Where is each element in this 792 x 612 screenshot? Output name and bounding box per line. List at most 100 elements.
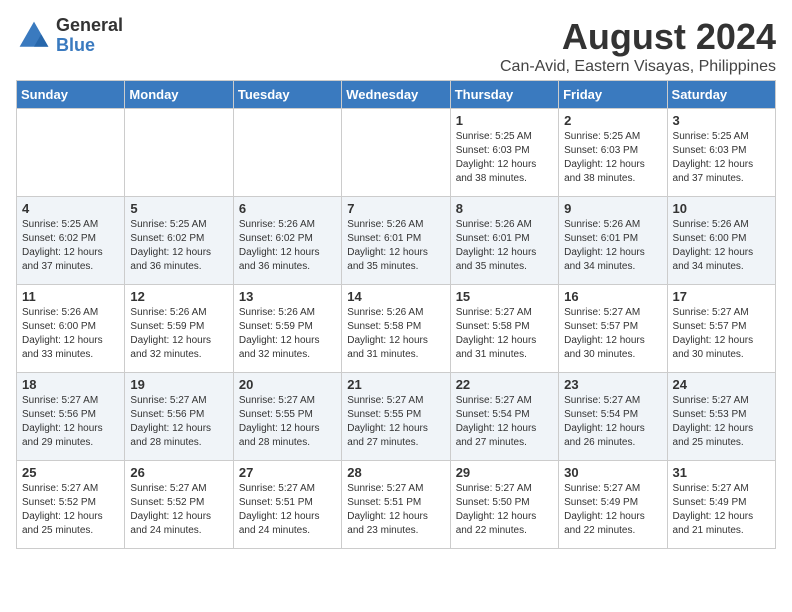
calendar-cell: 19 Sunrise: 5:27 AM Sunset: 5:56 PM Dayli…	[125, 373, 233, 461]
day-number: 17	[673, 289, 770, 304]
calendar-cell: 10 Sunrise: 5:26 AM Sunset: 6:00 PM Dayli…	[667, 197, 775, 285]
calendar-cell: 27 Sunrise: 5:27 AM Sunset: 5:51 PM Dayli…	[233, 461, 341, 549]
day-info: Sunrise: 5:27 AM Sunset: 5:54 PM Dayligh…	[564, 394, 661, 450]
main-title: August 2024	[500, 16, 776, 58]
logo-blue: Blue	[56, 36, 123, 56]
header-thursday: Thursday	[450, 81, 558, 109]
day-number: 3	[673, 113, 770, 128]
day-number: 16	[564, 289, 661, 304]
calendar-header: Sunday Monday Tuesday Wednesday Thursday…	[17, 81, 776, 109]
calendar-cell: 21Sunrise: 5:27 AM Sunset: 5:55 PM Dayli…	[342, 373, 450, 461]
calendar-cell: 23 Sunrise: 5:27 AM Sunset: 5:54 PM Dayli…	[559, 373, 667, 461]
day-info: Sunrise: 5:26 AM Sunset: 6:01 PM Dayligh…	[456, 218, 553, 274]
day-info: Sunrise: 5:27 AM Sunset: 5:51 PM Dayligh…	[239, 482, 336, 538]
day-info: Sunrise: 5:27 AM Sunset: 5:53 PM Dayligh…	[673, 394, 770, 450]
calendar-body: 1 Sunrise: 5:25 AM Sunset: 6:03 PM Daylig…	[17, 109, 776, 549]
logo-icon	[16, 18, 52, 54]
logo-text: General Blue	[56, 16, 123, 56]
day-number: 10	[673, 201, 770, 216]
calendar-week-row: 4 Sunrise: 5:25 AM Sunset: 6:02 PM Daylig…	[17, 197, 776, 285]
calendar-cell: 11 Sunrise: 5:26 AM Sunset: 6:00 PM Dayli…	[17, 285, 125, 373]
day-info: Sunrise: 5:27 AM Sunset: 5:52 PM Dayligh…	[22, 482, 119, 538]
day-info: Sunrise: 5:27 AM Sunset: 5:49 PM Dayligh…	[673, 482, 770, 538]
day-info: Sunrise: 5:26 AM Sunset: 6:00 PM Dayligh…	[22, 306, 119, 362]
calendar-cell: 30 Sunrise: 5:27 AM Sunset: 5:49 PM Dayli…	[559, 461, 667, 549]
day-number: 13	[239, 289, 336, 304]
day-info: Sunrise: 5:26 AM Sunset: 6:00 PM Dayligh…	[673, 218, 770, 274]
day-number: 29	[456, 465, 553, 480]
calendar-cell: 26 Sunrise: 5:27 AM Sunset: 5:52 PM Dayli…	[125, 461, 233, 549]
day-number: 20	[239, 377, 336, 392]
calendar-cell: 8Sunrise: 5:26 AM Sunset: 6:01 PM Daylig…	[450, 197, 558, 285]
day-info: Sunrise: 5:25 AM Sunset: 6:03 PM Dayligh…	[456, 130, 553, 186]
calendar-cell: 22Sunrise: 5:27 AM Sunset: 5:54 PM Dayli…	[450, 373, 558, 461]
day-number: 23	[564, 377, 661, 392]
day-number: 26	[130, 465, 227, 480]
calendar-week-row: 11 Sunrise: 5:26 AM Sunset: 6:00 PM Dayli…	[17, 285, 776, 373]
calendar-cell: 6 Sunrise: 5:26 AM Sunset: 6:02 PM Daylig…	[233, 197, 341, 285]
calendar-cell: 5Sunrise: 5:25 AM Sunset: 6:02 PM Daylig…	[125, 197, 233, 285]
day-info: Sunrise: 5:27 AM Sunset: 5:49 PM Dayligh…	[564, 482, 661, 538]
header-row: Sunday Monday Tuesday Wednesday Thursday…	[17, 81, 776, 109]
day-number: 2	[564, 113, 661, 128]
header-friday: Friday	[559, 81, 667, 109]
calendar-cell: 17Sunrise: 5:27 AM Sunset: 5:57 PM Dayli…	[667, 285, 775, 373]
day-number: 1	[456, 113, 553, 128]
day-info: Sunrise: 5:27 AM Sunset: 5:55 PM Dayligh…	[239, 394, 336, 450]
day-info: Sunrise: 5:26 AM Sunset: 6:01 PM Dayligh…	[564, 218, 661, 274]
day-info: Sunrise: 5:27 AM Sunset: 5:56 PM Dayligh…	[130, 394, 227, 450]
calendar-cell: 7 Sunrise: 5:26 AM Sunset: 6:01 PM Daylig…	[342, 197, 450, 285]
logo: General Blue	[16, 16, 123, 56]
day-info: Sunrise: 5:26 AM Sunset: 5:59 PM Dayligh…	[239, 306, 336, 362]
day-info: Sunrise: 5:27 AM Sunset: 5:50 PM Dayligh…	[456, 482, 553, 538]
day-number: 5	[130, 201, 227, 216]
calendar-cell: 12 Sunrise: 5:26 AM Sunset: 5:59 PM Dayli…	[125, 285, 233, 373]
header-sunday: Sunday	[17, 81, 125, 109]
day-number: 4	[22, 201, 119, 216]
day-number: 30	[564, 465, 661, 480]
header-tuesday: Tuesday	[233, 81, 341, 109]
day-number: 15	[456, 289, 553, 304]
header-saturday: Saturday	[667, 81, 775, 109]
calendar-cell: 20 Sunrise: 5:27 AM Sunset: 5:55 PM Dayli…	[233, 373, 341, 461]
day-number: 24	[673, 377, 770, 392]
day-number: 11	[22, 289, 119, 304]
day-info: Sunrise: 5:27 AM Sunset: 5:57 PM Dayligh…	[564, 306, 661, 362]
day-number: 14	[347, 289, 444, 304]
day-number: 7	[347, 201, 444, 216]
calendar-week-row: 18Sunrise: 5:27 AM Sunset: 5:56 PM Dayli…	[17, 373, 776, 461]
calendar-cell: 25Sunrise: 5:27 AM Sunset: 5:52 PM Dayli…	[17, 461, 125, 549]
calendar-cell: 13 Sunrise: 5:26 AM Sunset: 5:59 PM Dayli…	[233, 285, 341, 373]
day-number: 27	[239, 465, 336, 480]
calendar-cell: 1 Sunrise: 5:25 AM Sunset: 6:03 PM Daylig…	[450, 109, 558, 197]
calendar-cell: 15Sunrise: 5:27 AM Sunset: 5:58 PM Dayli…	[450, 285, 558, 373]
day-number: 6	[239, 201, 336, 216]
day-number: 21	[347, 377, 444, 392]
day-info: Sunrise: 5:25 AM Sunset: 6:03 PM Dayligh…	[564, 130, 661, 186]
calendar-cell	[17, 109, 125, 197]
calendar-table: Sunday Monday Tuesday Wednesday Thursday…	[16, 80, 776, 549]
day-info: Sunrise: 5:27 AM Sunset: 5:51 PM Dayligh…	[347, 482, 444, 538]
day-info: Sunrise: 5:25 AM Sunset: 6:02 PM Dayligh…	[22, 218, 119, 274]
title-block: August 2024 Can-Avid, Eastern Visayas, P…	[500, 16, 776, 76]
calendar-week-row: 25Sunrise: 5:27 AM Sunset: 5:52 PM Dayli…	[17, 461, 776, 549]
calendar-cell: 18Sunrise: 5:27 AM Sunset: 5:56 PM Dayli…	[17, 373, 125, 461]
calendar-cell: 9 Sunrise: 5:26 AM Sunset: 6:01 PM Daylig…	[559, 197, 667, 285]
day-info: Sunrise: 5:26 AM Sunset: 5:58 PM Dayligh…	[347, 306, 444, 362]
day-number: 19	[130, 377, 227, 392]
day-info: Sunrise: 5:26 AM Sunset: 6:01 PM Dayligh…	[347, 218, 444, 274]
day-number: 9	[564, 201, 661, 216]
calendar-cell: 31Sunrise: 5:27 AM Sunset: 5:49 PM Dayli…	[667, 461, 775, 549]
logo-general: General	[56, 16, 123, 36]
calendar-cell: 4 Sunrise: 5:25 AM Sunset: 6:02 PM Daylig…	[17, 197, 125, 285]
calendar-cell: 2 Sunrise: 5:25 AM Sunset: 6:03 PM Daylig…	[559, 109, 667, 197]
calendar-cell: 16 Sunrise: 5:27 AM Sunset: 5:57 PM Dayli…	[559, 285, 667, 373]
calendar-week-row: 1 Sunrise: 5:25 AM Sunset: 6:03 PM Daylig…	[17, 109, 776, 197]
header-monday: Monday	[125, 81, 233, 109]
calendar-cell	[125, 109, 233, 197]
day-info: Sunrise: 5:26 AM Sunset: 5:59 PM Dayligh…	[130, 306, 227, 362]
day-number: 28	[347, 465, 444, 480]
day-number: 12	[130, 289, 227, 304]
day-info: Sunrise: 5:26 AM Sunset: 6:02 PM Dayligh…	[239, 218, 336, 274]
day-info: Sunrise: 5:27 AM Sunset: 5:52 PM Dayligh…	[130, 482, 227, 538]
